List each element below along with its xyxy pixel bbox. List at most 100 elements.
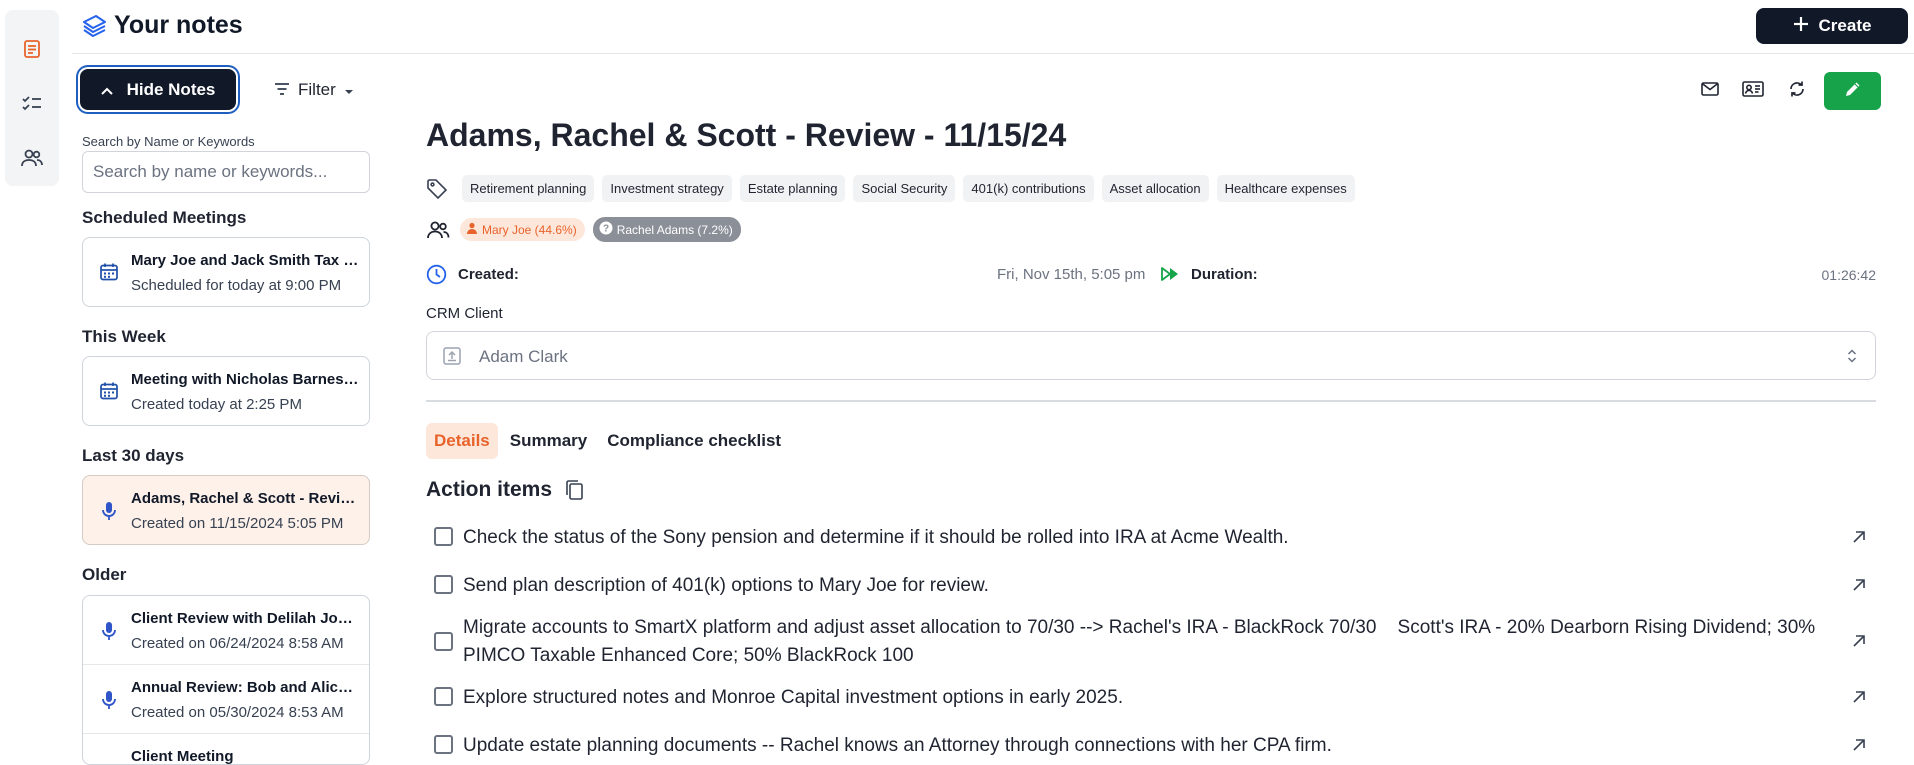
filter-label: Filter: [298, 80, 336, 99]
list-item[interactable]: Mary Joe and Jack Smith Tax Review Sched…: [82, 237, 370, 307]
action-text: Update estate planning documents -- Rach…: [463, 735, 1332, 756]
chevron-up-icon: [100, 80, 113, 100]
open-arrow-icon[interactable]: [1852, 634, 1866, 653]
note-tabs: Details Summary Compliance checklist: [426, 423, 789, 459]
tab-details[interactable]: Details: [426, 423, 498, 459]
list-item[interactable]: Client Review with Delilah Jones Created…: [83, 596, 369, 665]
older-list: Client Review with Delilah Jones Created…: [82, 595, 370, 765]
list-item-selected[interactable]: Adams, Rachel & Scott - Review - 11/15/2…: [82, 475, 370, 545]
speaker-chip[interactable]: Mary Joe (44.6%): [460, 218, 585, 241]
hide-notes-label: Hide Notes: [126, 79, 216, 99]
chevron-updown-icon: [1847, 348, 1857, 369]
action-checkbox[interactable]: [434, 575, 453, 594]
action-item: Explore structured notes and Monroe Capi…: [434, 684, 1876, 712]
search-label: Search by Name or Keywords: [82, 134, 255, 149]
action-text: Migrate accounts to SmartX platform and …: [463, 617, 1821, 666]
action-checkbox[interactable]: [434, 632, 453, 651]
list-item-subtitle: Scheduled for today at 9:00 PM: [131, 277, 342, 294]
topic-tag[interactable]: Asset allocation: [1101, 175, 1209, 202]
list-item[interactable]: Meeting with Nicholas Barnes and Team Cr…: [82, 356, 370, 426]
list-item-title: Meeting with Nicholas Barnes and Team: [131, 371, 359, 388]
person-icon: [466, 222, 478, 237]
tab-compliance-checklist[interactable]: Compliance checklist: [599, 423, 789, 459]
plus-icon: [1793, 16, 1809, 37]
action-item: Send plan description of 401(k) options …: [434, 572, 1876, 600]
tag-icon: [426, 178, 448, 200]
filter-icon: [274, 80, 290, 100]
hide-notes-button[interactable]: Hide Notes: [80, 69, 236, 110]
list-item-subtitle: Created on 06/24/2024 8:58 AM: [131, 635, 344, 652]
group-title-last30: Last 30 days: [82, 446, 185, 465]
calendar-icon: [99, 381, 119, 406]
contact-card-button[interactable]: [1740, 78, 1766, 104]
group-title-scheduled: Scheduled Meetings: [82, 208, 247, 227]
list-item-subtitle: Created on 05/30/2024 8:53 AM: [131, 704, 344, 721]
action-item: Check the status of the Sony pension and…: [434, 524, 1876, 552]
topic-tag[interactable]: Retirement planning: [462, 175, 595, 202]
list-item[interactable]: Annual Review: Bob and Alice Smith Creat…: [83, 665, 369, 734]
checklist-icon: [21, 94, 43, 119]
created-label: Created:: [458, 266, 519, 283]
upload-box-icon: [443, 347, 461, 370]
action-items-heading: Action items: [426, 478, 584, 502]
microphone-icon: [99, 500, 119, 527]
meta-row: Created: Fri, Nov 15th, 5:05 pm Duration…: [426, 264, 1876, 286]
search-input[interactable]: [82, 151, 370, 193]
open-arrow-icon[interactable]: [1852, 738, 1866, 757]
topic-tag[interactable]: Social Security: [853, 175, 956, 202]
speakers-row: Mary Joe (44.6%) ? Rachel Adams (7.2%): [426, 217, 741, 242]
topic-tag[interactable]: 401(k) contributions: [963, 175, 1094, 202]
create-label: Create: [1818, 16, 1872, 35]
caret-down-icon: [344, 80, 354, 100]
speaker-label: Mary Joe (44.6%): [482, 222, 577, 237]
rail-notes-button[interactable]: [17, 36, 47, 66]
divider: [426, 400, 1876, 402]
rail-tasks-button[interactable]: [17, 91, 47, 121]
action-checkbox[interactable]: [434, 527, 453, 546]
open-arrow-icon[interactable]: [1852, 578, 1866, 597]
document-icon: [22, 39, 42, 64]
tags-row: Retirement planning Investment strategy …: [426, 175, 1355, 202]
sync-button[interactable]: [1784, 78, 1810, 104]
pencil-icon: [1844, 80, 1862, 103]
microphone-icon: [99, 620, 119, 647]
action-text: Send plan description of 401(k) options …: [463, 575, 989, 596]
action-checkbox[interactable]: [434, 735, 453, 754]
crm-client-label: CRM Client: [426, 305, 503, 322]
topic-tag[interactable]: Healthcare expenses: [1216, 175, 1355, 202]
list-item-title: Annual Review: Bob and Alice Smith: [131, 679, 359, 696]
topic-tag[interactable]: Estate planning: [739, 175, 846, 202]
open-arrow-icon[interactable]: [1852, 530, 1866, 549]
group-title-week: This Week: [82, 327, 166, 346]
email-button[interactable]: [1697, 78, 1723, 104]
crm-client-value: Adam Clark: [479, 347, 568, 366]
svg-text:?: ?: [603, 224, 609, 235]
open-arrow-icon[interactable]: [1852, 690, 1866, 709]
list-item-title: Mary Joe and Jack Smith Tax Review: [131, 252, 359, 269]
nav-rail: [5, 10, 59, 186]
rail-clients-button[interactable]: [17, 145, 47, 175]
people-icon: [426, 220, 450, 240]
fast-forward-icon: [1161, 267, 1179, 285]
note-title: Adams, Rachel & Scott - Review - 11/15/2…: [426, 117, 1067, 153]
copy-icon[interactable]: [564, 479, 584, 501]
action-item: Migrate accounts to SmartX platform and …: [434, 614, 1876, 670]
sync-icon: [1788, 80, 1806, 103]
speaker-chip[interactable]: ? Rachel Adams (7.2%): [592, 217, 741, 242]
created-value: Fri, Nov 15th, 5:05 pm: [997, 266, 1146, 283]
question-icon: ?: [599, 221, 613, 238]
topic-tag[interactable]: Investment strategy: [602, 175, 732, 202]
id-card-icon: [1742, 80, 1764, 102]
action-checkbox[interactable]: [434, 687, 453, 706]
app-header: Your notes Create: [72, 0, 1914, 54]
speaker-label: Rachel Adams (7.2%): [616, 222, 733, 237]
list-item-subtitle: Created on 11/15/2024 5:05 PM: [131, 515, 344, 532]
crm-client-select[interactable]: Adam Clark: [426, 331, 1876, 380]
microphone-icon: [99, 689, 119, 716]
group-title-older: Older: [82, 565, 127, 584]
edit-button[interactable]: [1824, 72, 1881, 110]
filter-button[interactable]: Filter: [274, 80, 354, 100]
tab-summary[interactable]: Summary: [502, 423, 595, 459]
create-button[interactable]: Create: [1756, 8, 1908, 44]
list-item[interactable]: Client Meeting: [83, 734, 369, 764]
